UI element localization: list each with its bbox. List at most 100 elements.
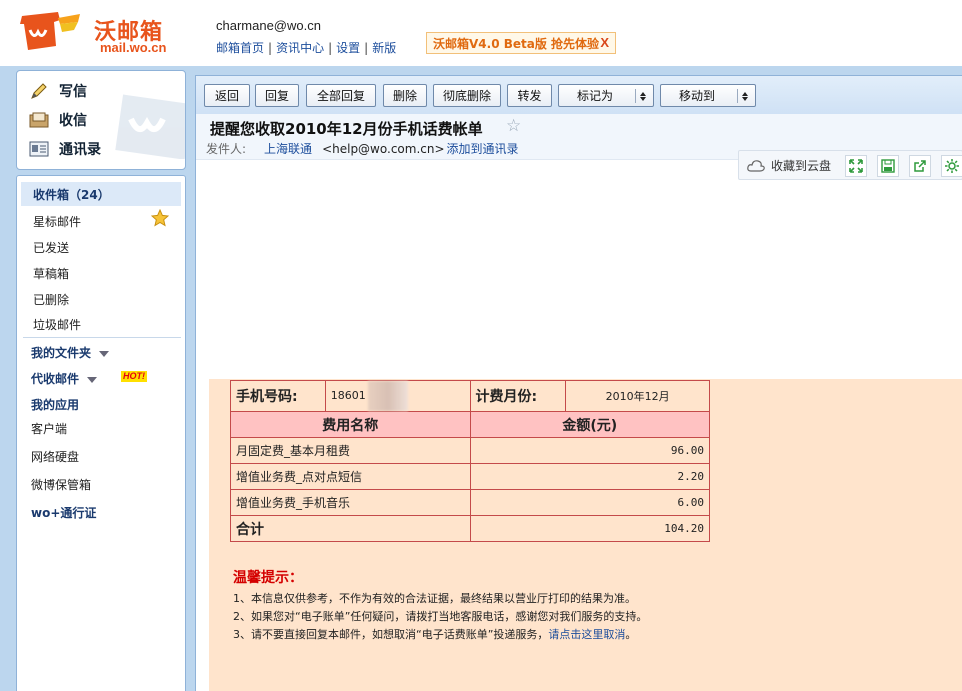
link-new-version[interactable]: 新版 bbox=[372, 41, 396, 55]
link-separator: | bbox=[364, 41, 369, 55]
month-label: 计费月份: bbox=[469, 380, 567, 412]
save-button[interactable] bbox=[877, 155, 899, 177]
top-links: 邮箱首页 | 资讯中心 | 设置 | 新版 bbox=[216, 39, 396, 56]
contacts-button[interactable]: 通讯录 bbox=[29, 137, 101, 161]
phone-value-cell: 18601 bbox=[324, 380, 471, 412]
header: 沃邮箱 mail.wo.cn charmane@wo.cn 邮箱首页 | 资讯中心 |… bbox=[0, 0, 962, 66]
move-to-label: 移动到 bbox=[678, 89, 715, 103]
inbox-tray-icon bbox=[29, 111, 49, 129]
table-row: 手机号码: 18601 计费月份: 2010年12月 bbox=[230, 380, 710, 412]
link-mail-home[interactable]: 邮箱首页 bbox=[216, 41, 264, 55]
bill-content: 手机号码: 18601 计费月份: 2010年12月 费用名称 金额(元) 月固… bbox=[209, 379, 962, 691]
folder-inbox[interactable]: 收件箱（24） bbox=[33, 186, 110, 203]
link-news-center[interactable]: 资讯中心 bbox=[276, 41, 324, 55]
app-weibo-box[interactable]: 微博保管箱 bbox=[31, 476, 91, 493]
beta-banner[interactable]: 沃邮箱V4.0 Beta版 抢先体验 X bbox=[426, 32, 616, 54]
quick-actions-panel: 写信 收信 通讯录 bbox=[16, 70, 186, 170]
receive-label: 收信 bbox=[59, 113, 87, 129]
stepper-arrows-icon bbox=[635, 89, 649, 103]
receive-button[interactable]: 收信 bbox=[29, 108, 87, 132]
folder-sent[interactable]: 已发送 bbox=[33, 239, 69, 256]
bill-table: 手机号码: 18601 计费月份: 2010年12月 费用名称 金额(元) 月固… bbox=[230, 380, 710, 542]
my-folders-toggle[interactable]: 我的文件夹 bbox=[31, 344, 110, 361]
fee-amount: 2.20 bbox=[469, 463, 710, 490]
share-button[interactable] bbox=[909, 155, 931, 177]
settings-button[interactable] bbox=[941, 155, 962, 177]
pencil-icon bbox=[29, 82, 49, 100]
wo-logo-icon bbox=[20, 12, 80, 50]
mail-toolbar: 返回 回复 全部回复 删除 彻底删除 转发 标记为 移动到 bbox=[196, 76, 962, 114]
wo-pass-label: wo+通行证 bbox=[31, 506, 97, 520]
my-apps-heading: 我的应用 bbox=[31, 396, 79, 413]
expand-icon bbox=[849, 159, 863, 173]
forward-button[interactable]: 转发 bbox=[507, 84, 552, 107]
unsubscribe-link[interactable]: 请点击这里取消 bbox=[548, 628, 625, 641]
tip-line-3: 3、请不要直接回复本邮件，如想取消“电子话费账单”投递服务，请点击这里取消。 bbox=[233, 626, 636, 642]
my-folders-label: 我的文件夹 bbox=[31, 346, 92, 360]
sender-name[interactable]: 上海联通 bbox=[264, 142, 312, 156]
sender-row: 发件人: 上海联通 <help@wo.com.cn> 添加到通讯录 bbox=[206, 140, 519, 157]
contacts-label: 通讯录 bbox=[59, 142, 101, 158]
chevron-down-icon bbox=[99, 350, 110, 357]
mail-subject: 提醒您收取2010年12月份手机话费帐单 bbox=[210, 120, 483, 138]
fee-name: 增值业务费_手机音乐 bbox=[230, 489, 471, 516]
tip-line-3-suffix: 。 bbox=[625, 628, 637, 641]
save-to-cloud-button[interactable]: 收藏到云盘 bbox=[747, 157, 831, 174]
phone-label: 手机号码: bbox=[230, 380, 326, 412]
app-client[interactable]: 客户端 bbox=[31, 420, 67, 437]
fee-amount: 6.00 bbox=[469, 489, 710, 516]
folder-sent-label: 已发送 bbox=[33, 241, 70, 255]
folder-spam[interactable]: 垃圾邮件 bbox=[33, 316, 81, 333]
fee-name: 增值业务费_点对点短信 bbox=[230, 463, 471, 490]
folder-drafts[interactable]: 草稿箱 bbox=[33, 265, 69, 282]
inbox-count: （24） bbox=[69, 188, 110, 202]
beta-banner-text[interactable]: 沃邮箱V4.0 Beta版 抢先体验 bbox=[433, 37, 599, 51]
link-settings[interactable]: 设置 bbox=[336, 41, 360, 55]
app-client-label: 客户端 bbox=[31, 422, 68, 436]
reply-all-button[interactable]: 全部回复 bbox=[306, 84, 376, 107]
reply-button[interactable]: 回复 bbox=[255, 84, 299, 107]
fullscreen-button[interactable] bbox=[845, 155, 867, 177]
fee-name: 月固定费_基本月租费 bbox=[230, 437, 471, 464]
delete-permanently-button[interactable]: 彻底删除 bbox=[433, 84, 501, 107]
cloud-icon bbox=[747, 159, 765, 172]
table-row: 月固定费_基本月租费 96.00 bbox=[230, 437, 710, 464]
total-value: 104.20 bbox=[469, 515, 710, 542]
chevron-down-icon bbox=[87, 376, 98, 383]
gear-icon bbox=[945, 159, 959, 173]
link-separator: | bbox=[328, 41, 333, 55]
wo-watermark-icon bbox=[115, 94, 185, 159]
table-row: 增值业务费_手机音乐 6.00 bbox=[230, 489, 710, 516]
sender-address: <help@wo.com.cn> bbox=[322, 142, 445, 156]
app-network-disk[interactable]: 网络硬盘 bbox=[31, 448, 79, 465]
add-contact-link[interactable]: 添加到通讯录 bbox=[447, 142, 519, 156]
total-label: 合计 bbox=[230, 515, 471, 542]
folder-starred[interactable]: 星标邮件 bbox=[33, 213, 81, 230]
logo[interactable]: 沃邮箱 mail.wo.cn bbox=[20, 8, 180, 56]
folder-deleted-label: 已删除 bbox=[33, 293, 70, 307]
folder-nav: 收件箱（24） 星标邮件 已发送 草稿箱 已删除 垃圾邮件 我的文件夹 代收邮件… bbox=[16, 175, 186, 691]
tip-line-3-prefix: 3、请不要直接回复本邮件，如想取消“电子话费账单”投递服务， bbox=[233, 628, 549, 641]
wo-pass-link[interactable]: wo+通行证 bbox=[31, 504, 96, 521]
folder-inbox-label: 收件箱 bbox=[33, 188, 70, 202]
folder-starred-label: 星标邮件 bbox=[33, 215, 82, 229]
back-button[interactable]: 返回 bbox=[204, 84, 250, 107]
compose-button[interactable]: 写信 bbox=[29, 79, 87, 103]
move-to-dropdown[interactable]: 移动到 bbox=[660, 84, 756, 107]
folder-deleted[interactable]: 已删除 bbox=[33, 291, 69, 308]
month-value: 2010年12月 bbox=[565, 380, 710, 412]
user-email: charmane@wo.cn bbox=[216, 18, 321, 33]
table-row: 费用名称 金额(元) bbox=[230, 411, 710, 438]
beta-close-button[interactable]: X bbox=[600, 35, 609, 50]
mark-as-dropdown[interactable]: 标记为 bbox=[558, 84, 654, 107]
col-name-header: 费用名称 bbox=[230, 411, 471, 438]
star-outline-icon[interactable]: ☆ bbox=[506, 116, 521, 136]
table-row: 增值业务费_点对点短信 2.20 bbox=[230, 463, 710, 490]
floppy-save-icon bbox=[881, 159, 895, 173]
collect-mail-toggle[interactable]: 代收邮件 bbox=[31, 370, 98, 387]
address-book-icon bbox=[29, 140, 49, 158]
folder-drafts-label: 草稿箱 bbox=[33, 267, 70, 281]
app-weibo-box-label: 微博保管箱 bbox=[31, 478, 92, 492]
col-amount-header: 金额(元) bbox=[469, 411, 710, 438]
delete-button[interactable]: 删除 bbox=[383, 84, 427, 107]
